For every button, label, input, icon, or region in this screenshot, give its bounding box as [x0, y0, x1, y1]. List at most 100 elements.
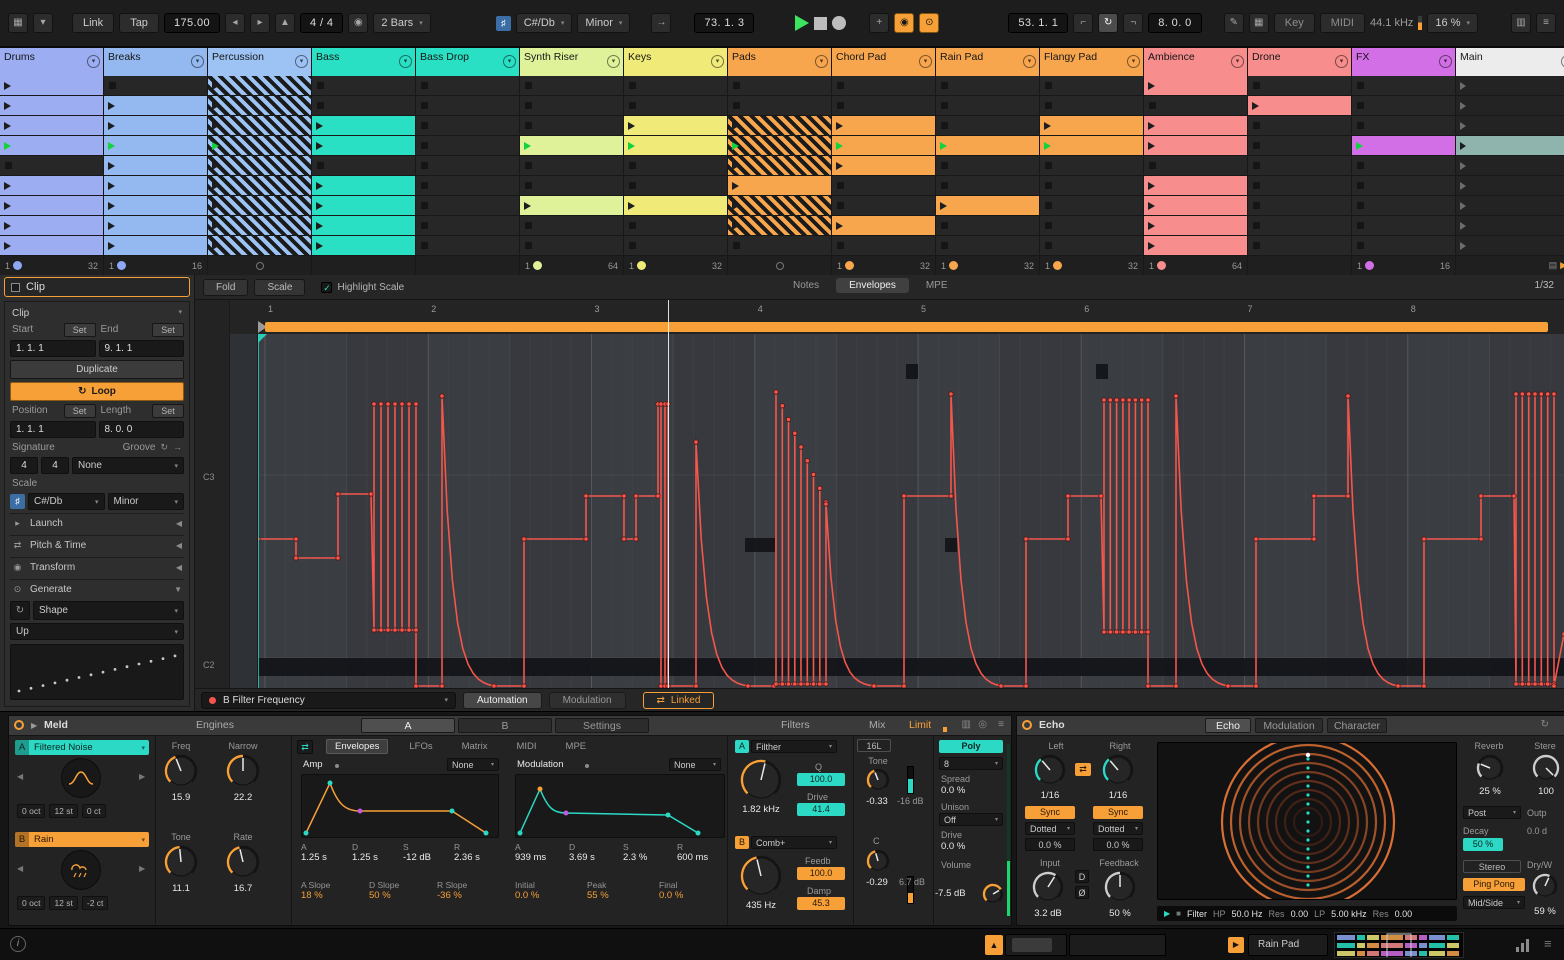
- echo-filter-bar[interactable]: ▶ ■ Filter HP 50.0 Hz Res 0.00 LP 5.00 kHz Res 0.0…: [1157, 906, 1457, 921]
- clip-slot[interactable]: [312, 216, 415, 235]
- empty-clip-slot[interactable]: [1040, 236, 1143, 255]
- clip-slot[interactable]: [208, 176, 311, 195]
- meter-icon[interactable]: [1516, 939, 1529, 952]
- session-record-button[interactable]: ◉: [894, 13, 915, 33]
- clip-root-selector[interactable]: C#/Db ▾: [28, 493, 105, 510]
- echo-tab-character[interactable]: Character: [1327, 718, 1387, 733]
- clip-slot[interactable]: [520, 136, 623, 155]
- clip-play-icon[interactable]: [316, 241, 323, 250]
- clip-active-checkbox[interactable]: [11, 282, 20, 292]
- cpu-load-menu[interactable]: 16 % ▾: [1427, 13, 1478, 33]
- clip-play-icon[interactable]: [4, 241, 11, 250]
- clip-slot[interactable]: [832, 136, 935, 155]
- clip-end-value[interactable]: 9. 1. 1: [98, 340, 184, 357]
- modulation-tab[interactable]: Modulation: [548, 691, 626, 709]
- track-header[interactable]: FX ▾: [1352, 48, 1455, 76]
- track-menu-icon[interactable]: ▾: [295, 55, 308, 68]
- echo-right-time-knob[interactable]: [1101, 753, 1135, 790]
- filter1-tag[interactable]: A: [735, 740, 749, 753]
- clip-slot[interactable]: [208, 76, 311, 95]
- clip-play-icon[interactable]: [1148, 201, 1155, 210]
- echo-right-sync-button[interactable]: Sync: [1093, 806, 1143, 819]
- clip-slot[interactable]: [1144, 116, 1247, 135]
- midi-map-button[interactable]: MIDI: [1319, 13, 1365, 33]
- filter2-type-selector[interactable]: Comb+ ▾: [751, 836, 837, 849]
- track-menu-icon[interactable]: ▾: [815, 55, 828, 68]
- section-pitch-time[interactable]: ⇄ Pitch & Time ◀: [10, 535, 184, 554]
- mix-drive-value[interactable]: 0.0 %: [941, 841, 965, 852]
- clip-slot[interactable]: [104, 116, 207, 135]
- back-to-arrangement-icon[interactable]: ▤: [1549, 260, 1558, 271]
- clip-slot[interactable]: [104, 156, 207, 175]
- scene-slot-6[interactable]: 6: [1456, 176, 1564, 195]
- editor-tab-notes[interactable]: Notes: [780, 278, 832, 293]
- empty-clip-slot[interactable]: [624, 216, 727, 235]
- clip-slot[interactable]: [0, 136, 103, 155]
- param-a-slope[interactable]: A Slope 18 %: [301, 880, 363, 901]
- echo-filter-play-icon[interactable]: ▶: [1164, 909, 1170, 918]
- clip-play-icon[interactable]: [836, 121, 843, 130]
- clip-play-icon[interactable]: [1148, 181, 1155, 190]
- engine-a-selector[interactable]: A Filtered Noise ▾: [15, 740, 149, 755]
- echo-phase-button[interactable]: Ø: [1075, 886, 1089, 899]
- clip-section-header[interactable]: Clip ▾: [10, 307, 184, 320]
- clip-slot[interactable]: [520, 196, 623, 215]
- empty-clip-slot[interactable]: [416, 116, 519, 135]
- env-link-icon[interactable]: ⇄: [297, 739, 313, 754]
- meld-hot-swap-icon[interactable]: ▥: [962, 719, 971, 730]
- empty-clip-slot[interactable]: [1352, 116, 1455, 135]
- scroll-control[interactable]: [1069, 934, 1166, 956]
- clip-play-icon[interactable]: [316, 221, 323, 230]
- scroll-up-button[interactable]: ▲: [985, 935, 1003, 955]
- clip-slot[interactable]: [208, 216, 311, 235]
- empty-clip-slot[interactable]: [1352, 156, 1455, 175]
- clip-play-icon[interactable]: [212, 201, 219, 210]
- empty-clip-slot[interactable]: [624, 96, 727, 115]
- meld-tab-b[interactable]: B: [458, 718, 552, 733]
- clip-play-icon[interactable]: [108, 141, 115, 150]
- empty-clip-slot[interactable]: [0, 156, 103, 175]
- nudge-down-button[interactable]: ◂: [224, 13, 245, 33]
- echo-input-knob[interactable]: [1031, 870, 1065, 907]
- clip-play-icon[interactable]: [1044, 121, 1051, 130]
- param-d-slope[interactable]: D Slope 50 %: [369, 880, 431, 901]
- clip-play-icon[interactable]: [628, 141, 635, 150]
- empty-clip-slot[interactable]: [832, 96, 935, 115]
- clip-play-icon[interactable]: [316, 181, 323, 190]
- empty-clip-slot[interactable]: [416, 216, 519, 235]
- quantization-menu[interactable]: 2 Bars ▾: [373, 13, 431, 33]
- clip-status-footer[interactable]: 1 16: [104, 256, 207, 275]
- filter1-tone-value[interactable]: -0.33: [855, 796, 899, 807]
- clip-play-icon[interactable]: [212, 81, 219, 90]
- scene-slot-5[interactable]: 5: [1456, 156, 1564, 175]
- clip-status-footer[interactable]: [416, 256, 519, 275]
- clip-play-icon[interactable]: [212, 101, 219, 110]
- echo-filter-part[interactable]: 0.00: [1395, 909, 1413, 919]
- empty-clip-slot[interactable]: [936, 116, 1039, 135]
- empty-clip-slot[interactable]: [832, 196, 935, 215]
- clip-slot[interactable]: [1144, 176, 1247, 195]
- clip-slot[interactable]: [1144, 196, 1247, 215]
- empty-clip-slot[interactable]: [1248, 136, 1351, 155]
- meld-tab-a[interactable]: A: [361, 718, 455, 733]
- clip-slot[interactable]: [312, 176, 415, 195]
- empty-clip-slot[interactable]: [1248, 76, 1351, 95]
- empty-clip-slot[interactable]: [1248, 116, 1351, 135]
- mod-env-params[interactable]: A 939 ms D 3.69 s S 2.3 % R 600 ms: [515, 842, 725, 863]
- empty-clip-slot[interactable]: [1144, 96, 1247, 115]
- clip-status-footer[interactable]: [208, 256, 311, 275]
- clip-play-icon[interactable]: [1148, 241, 1155, 250]
- echo-feedback-knob[interactable]: [1103, 870, 1137, 907]
- filter2-tone-value[interactable]: -0.29: [855, 877, 899, 888]
- clip-play-icon[interactable]: [108, 241, 115, 250]
- filter2-tone-knob[interactable]: [865, 848, 891, 877]
- track-header[interactable]: Chord Pad ▾: [832, 48, 935, 76]
- param-final[interactable]: Final 0.0 %: [659, 880, 725, 901]
- amp-env-mode-selector[interactable]: None ▾: [447, 758, 499, 771]
- clip-status-footer[interactable]: [1248, 256, 1351, 275]
- channel-mode-selector[interactable]: Mid/Side ▾: [1463, 896, 1525, 909]
- draw-mode-button[interactable]: ✎: [1223, 13, 1244, 33]
- empty-clip-slot[interactable]: [520, 156, 623, 175]
- scale-fold-button[interactable]: Scale: [254, 278, 306, 296]
- scene-play-icon[interactable]: [1460, 221, 1466, 230]
